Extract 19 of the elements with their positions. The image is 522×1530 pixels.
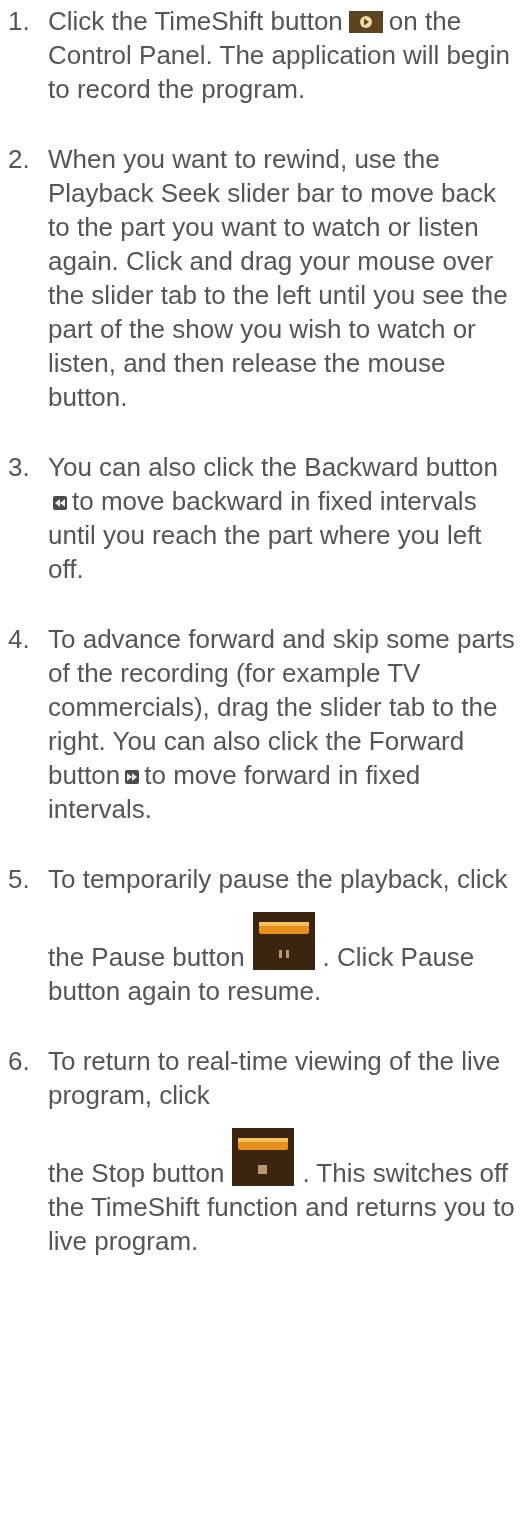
step-number: 5. (7, 863, 31, 896)
step-text: Click the TimeShift button on the Control Panel. The application will begin to record the program. (48, 5, 512, 106)
forward-button-icon (125, 770, 140, 784)
step-number: 6. (7, 1045, 31, 1078)
step-number: 3. (7, 451, 31, 484)
step-number: 2. (7, 143, 31, 176)
step-text: To return to real-time viewing of the live program, click (48, 1045, 502, 1112)
timeshift-button-icon (348, 11, 383, 33)
step-number: 4. (7, 623, 31, 656)
step-text: To temporarily pause the playback, click (48, 863, 509, 896)
stop-button-icon (232, 1128, 295, 1186)
step-text: When you want to rewind, use the Playback Seek slider bar to move back to the part you want to watch or listen again. Click and drag your mouse over the slider tab to the left until you see the part of the show you wish to watch or listen, and then release the mouse button. (48, 143, 509, 414)
step-text: the Pause button . Click Pause button again to resume. (48, 912, 518, 1008)
step-number: 1. (7, 5, 31, 38)
step-text: You can also click the Backward button to move backward in fixed intervals until you reach the part where you left off. (48, 451, 499, 586)
step-text: To advance forward and skip some parts of the recording (for example TV commercials), drag the slider tab to the right. You can also click the Forward button to move forward in fixed intervals. (48, 623, 516, 826)
backward-button-icon (53, 496, 67, 510)
step-text: the Stop button . This switches off the TimeShift function and returns you to live program. (48, 1128, 518, 1258)
pause-button-icon (252, 912, 315, 970)
